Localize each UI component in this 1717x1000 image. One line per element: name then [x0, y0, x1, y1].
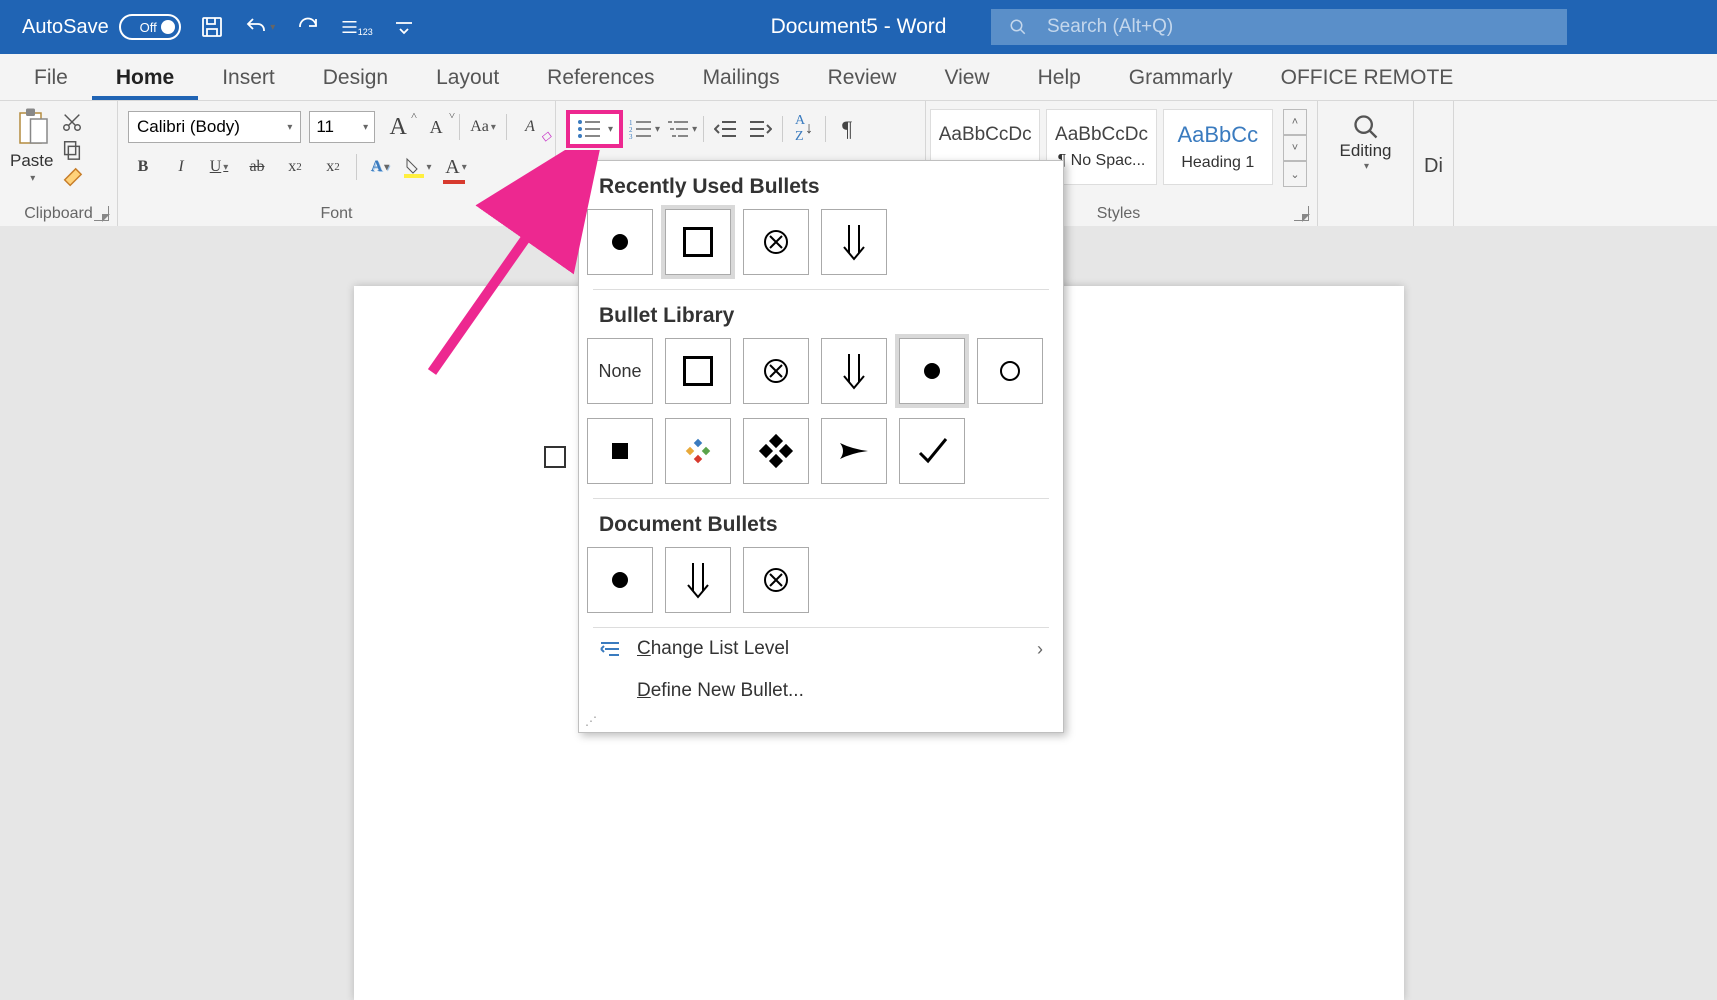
shrink-font-button[interactable]: A˅ — [421, 112, 451, 142]
italic-button[interactable]: I — [166, 152, 196, 182]
styles-gallery-nav[interactable]: ˄˅⌄ — [1283, 109, 1307, 187]
document-title: Document5 - Word — [771, 15, 947, 39]
change-case-button[interactable]: Aa▾ — [468, 112, 498, 142]
decrease-indent-button[interactable] — [710, 114, 740, 144]
bullet-filled-circle[interactable] — [587, 209, 653, 275]
search-icon — [1009, 18, 1027, 36]
bullets-button[interactable]: ▾ — [566, 110, 623, 148]
bullet-circled-x[interactable] — [743, 209, 809, 275]
autosave-control[interactable]: AutoSave Off — [22, 14, 181, 40]
list-level-icon — [599, 640, 621, 658]
bullet-none[interactable]: None — [587, 338, 653, 404]
document-bullets-heading: Document Bullets — [579, 507, 1063, 547]
save-icon[interactable] — [195, 10, 229, 44]
font-color-button[interactable]: A▾ — [441, 152, 471, 182]
increase-indent-button[interactable] — [746, 114, 776, 144]
collapsed-group[interactable]: Di — [1414, 101, 1454, 227]
tab-mailings[interactable]: Mailings — [679, 58, 804, 100]
format-painter-icon[interactable] — [61, 167, 83, 189]
search-placeholder: Search (Alt+Q) — [1047, 16, 1173, 38]
title-bar: AutoSave Off ▾ 123 Document5 - Word Sear… — [0, 0, 1717, 54]
tab-references[interactable]: References — [523, 58, 678, 100]
clear-formatting-button[interactable]: A◇ — [515, 112, 545, 142]
bullet-double-down-arrow[interactable] — [821, 338, 887, 404]
bullet-hollow-circle[interactable] — [977, 338, 1043, 404]
tab-review[interactable]: Review — [804, 58, 921, 100]
bullet-filled-circle[interactable] — [899, 338, 965, 404]
superscript-button[interactable]: x2 — [318, 152, 348, 182]
tab-grammarly[interactable]: Grammarly — [1105, 58, 1257, 100]
autosave-label: AutoSave — [22, 16, 109, 39]
chevron-right-icon: › — [1037, 639, 1043, 660]
tab-design[interactable]: Design — [299, 58, 412, 100]
bullet-four-black-diamond[interactable] — [743, 418, 809, 484]
search-input[interactable]: Search (Alt+Q) — [991, 9, 1567, 45]
recent-bullets-heading: Recently Used Bullets — [579, 169, 1063, 209]
chevron-down-icon[interactable]: ˅ — [1283, 135, 1307, 161]
tab-office-remote[interactable]: OFFICE REMOTE — [1257, 58, 1478, 100]
paste-button[interactable]: Paste ▾ — [10, 107, 53, 189]
search-icon — [1352, 113, 1380, 141]
bullet-arrowhead[interactable] — [821, 418, 887, 484]
tab-insert[interactable]: Insert — [198, 58, 299, 100]
multilevel-list-button[interactable]: ▾ — [666, 114, 697, 144]
bullet-filled-circle[interactable] — [587, 547, 653, 613]
sort-button[interactable]: AZ↓ — [789, 114, 819, 144]
cut-icon[interactable] — [61, 111, 83, 133]
undo-icon[interactable]: ▾ — [243, 10, 277, 44]
font-size-combo[interactable]: 11▾ — [309, 111, 375, 143]
underline-button[interactable]: U▾ — [204, 152, 234, 182]
clipboard-launcher-icon[interactable] — [94, 206, 109, 221]
copy-icon[interactable] — [61, 139, 83, 161]
group-label-font: Font — [128, 205, 545, 225]
numbering-button[interactable]: 123▾ — [629, 114, 660, 144]
bullet-library-heading: Bullet Library — [579, 298, 1063, 338]
show-marks-button[interactable]: ¶ — [832, 114, 862, 144]
resize-gripper-icon[interactable]: ⋰ — [585, 714, 1057, 728]
subscript-button[interactable]: x2 — [280, 152, 310, 182]
chevron-up-icon[interactable]: ˄ — [1283, 109, 1307, 135]
bullet-filled-square[interactable] — [587, 418, 653, 484]
bullet-hollow-square[interactable] — [665, 209, 731, 275]
font-name-combo[interactable]: Calibri (Body)▾ — [128, 111, 301, 143]
ribbon-tabs: File Home Insert Design Layout Reference… — [0, 54, 1717, 101]
autosave-toggle[interactable]: Off — [119, 14, 181, 40]
styles-launcher-icon[interactable] — [1294, 206, 1309, 221]
strikethrough-button[interactable]: ab — [242, 152, 272, 182]
bold-button[interactable]: B — [128, 152, 158, 182]
style-heading-1[interactable]: AaBbCcHeading 1 — [1163, 109, 1273, 185]
customize-qat-icon[interactable] — [387, 10, 421, 44]
bullet-four-color-diamond[interactable] — [665, 418, 731, 484]
font-launcher-icon[interactable] — [532, 206, 547, 221]
grow-font-button[interactable]: A˄ — [383, 112, 413, 142]
change-list-level-item[interactable]: Change List Level › — [579, 628, 1063, 670]
bullet-double-down-arrow[interactable] — [665, 547, 731, 613]
bullet-circled-x[interactable] — [743, 338, 809, 404]
tab-file[interactable]: File — [10, 58, 92, 100]
chevron-down-icon: ▾ — [608, 124, 613, 135]
tab-view[interactable]: View — [920, 58, 1013, 100]
bullet-hollow-square[interactable] — [665, 338, 731, 404]
highlight-button[interactable]: ▾ — [403, 152, 433, 182]
line-spacing-quick-icon[interactable]: 123 — [339, 10, 373, 44]
bullet-double-down-arrow[interactable] — [821, 209, 887, 275]
bullet-circled-x[interactable] — [743, 547, 809, 613]
tab-layout[interactable]: Layout — [412, 58, 523, 100]
editing-button[interactable]: Editing ▾ — [1328, 107, 1403, 178]
clipboard-icon — [14, 107, 50, 149]
svg-text:3: 3 — [629, 133, 633, 139]
more-styles-icon[interactable]: ⌄ — [1283, 161, 1307, 187]
repeat-icon[interactable] — [291, 10, 325, 44]
tab-home[interactable]: Home — [92, 58, 198, 100]
bullet-checkmark[interactable] — [899, 418, 965, 484]
bullets-icon — [576, 118, 602, 140]
group-label-clipboard: Clipboard — [10, 205, 107, 225]
bullets-dropdown: Recently Used Bullets Bullet Library Non… — [578, 160, 1064, 733]
tab-help[interactable]: Help — [1014, 58, 1105, 100]
define-new-bullet-item[interactable]: Define New Bullet... — [579, 670, 1063, 712]
text-effects-button[interactable]: A▾ — [365, 152, 395, 182]
checkbox-bullet-in-document — [544, 446, 566, 468]
